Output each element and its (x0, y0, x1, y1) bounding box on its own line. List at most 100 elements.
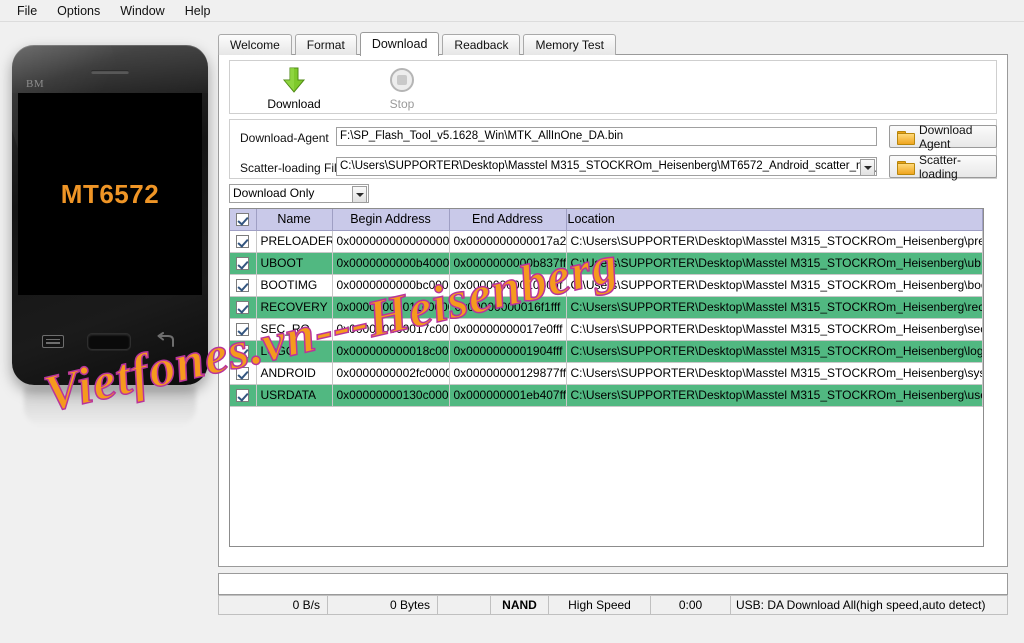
device-illustration-panel: BM MT6572 (0, 23, 214, 643)
tab-format[interactable]: Format (294, 34, 357, 55)
partition-table[interactable]: Name Begin Address End Address Location … (229, 208, 984, 547)
row-name: USRDATA (256, 384, 333, 407)
column-header-location[interactable]: Location (566, 209, 983, 231)
row-name: UBOOT (256, 252, 333, 275)
menu-item-window[interactable]: Window (111, 1, 173, 21)
row-end-address: 0x0000000000b837ff (449, 252, 567, 275)
row-location: C:\Users\SUPPORTER\Desktop\Masstel M315_… (566, 362, 983, 385)
scatter-loading-combo[interactable]: C:\Users\SUPPORTER\Desktop\Masstel M315_… (336, 157, 877, 176)
scatter-loading-browse-button[interactable]: Scatter-loading (889, 153, 997, 181)
table-row[interactable]: LOGO0x000000000018c00000x0000000001904ff… (230, 340, 983, 363)
row-location: C:\Users\SUPPORTER\Desktop\Masstel M315_… (566, 318, 983, 341)
table-header-row: Name Begin Address End Address Location (230, 209, 983, 231)
row-checkbox-cell[interactable] (230, 384, 257, 407)
download-agent-browse-button[interactable]: Download Agent (889, 123, 997, 151)
row-checkbox[interactable] (236, 257, 250, 271)
row-checkbox-cell[interactable] (230, 230, 257, 253)
status-storage-type: NAND (491, 595, 549, 615)
menu-item-options[interactable]: Options (48, 1, 109, 21)
table-row[interactable]: UBOOT 0x0000000000b40000 0x0000000000b837f… (230, 252, 983, 275)
phone-speaker-icon (91, 70, 129, 74)
chevron-down-icon[interactable] (860, 159, 875, 175)
row-name: SEC_RO (256, 318, 333, 341)
select-all-header[interactable] (230, 209, 257, 231)
row-begin-address: 0x0000000000bc0000 (332, 274, 450, 297)
column-header-begin-address[interactable]: Begin Address (332, 209, 450, 231)
row-checkbox[interactable] (236, 235, 250, 249)
menu-bar: File Options Window Help (0, 0, 1024, 22)
row-name: RECOVERY (256, 296, 333, 319)
tab-strip: Welcome Format Download Readback Memory … (218, 32, 619, 56)
column-header-name[interactable]: Name (256, 209, 333, 231)
column-header-end-address[interactable]: End Address (449, 209, 567, 231)
row-end-address: 0x0000000001904fff (449, 340, 567, 363)
row-checkbox-cell[interactable] (230, 318, 257, 341)
row-name: ANDROID (256, 362, 333, 385)
stop-button[interactable]: Stop (356, 65, 448, 111)
row-begin-address: 0x00000000130c0000 (332, 384, 450, 407)
action-toolbar: Download Stop (229, 60, 997, 114)
home-icon (86, 332, 131, 350)
chevron-down-icon[interactable] (352, 186, 367, 203)
row-checkbox[interactable] (236, 345, 250, 359)
stop-circle-icon (356, 65, 448, 95)
status-connection-info: USB: DA Download All(high speed,auto det… (731, 595, 1008, 615)
row-end-address: 0x0000000000017a23 (449, 230, 567, 253)
download-mode-select[interactable]: Download Only (229, 184, 369, 203)
row-checkbox[interactable] (236, 279, 250, 293)
menu-item-help[interactable]: Help (176, 1, 220, 21)
table-row[interactable]: ANDROID 0x0000000002fc0000 0x0000000012987… (230, 362, 983, 385)
menu-item-file[interactable]: File (8, 1, 46, 21)
row-location: C:\Users\SUPPORTER\Desktop\Masstel M315_… (566, 296, 983, 319)
tab-download[interactable]: Download (359, 32, 440, 56)
tab-memory-test[interactable]: Memory Test (523, 34, 616, 55)
scatter-loading-label: Scatter-loading File (240, 161, 344, 175)
table-row[interactable]: BOOTIMG 0x0000000000bc0000 0x0000000001060… (230, 274, 983, 297)
row-begin-address: 0x0000000000b40000 (332, 252, 450, 275)
row-end-address: 0x000000001eb407ff (449, 384, 567, 407)
row-checkbox[interactable] (236, 323, 250, 337)
row-checkbox-cell[interactable] (230, 362, 257, 385)
menu-icon (41, 334, 64, 348)
row-checkbox[interactable] (236, 389, 250, 403)
folder-icon (897, 160, 915, 175)
phone-navigation-bar (12, 297, 208, 385)
status-bytes: 0 Bytes (328, 595, 438, 615)
download-button-label: Download (267, 97, 321, 111)
green-down-arrow-icon (248, 65, 340, 95)
row-checkbox-cell[interactable] (230, 296, 257, 319)
download-agent-input[interactable]: F:\SP_Flash_Tool_v5.1628_Win\MTK_AllInOn… (336, 127, 877, 146)
chipset-label: MT6572 (60, 178, 160, 209)
row-checkbox[interactable] (236, 301, 250, 315)
row-begin-address: 0x0000000000000000 (332, 230, 450, 253)
table-row[interactable]: SEC_RO0x000000000017c00000x00000000017e0… (230, 318, 983, 341)
select-all-checkbox[interactable] (236, 213, 250, 227)
row-begin-address: 0x0000000002fc0000 (332, 362, 450, 385)
row-end-address: 0x00000000017e0fff (449, 318, 567, 341)
table-row[interactable]: USRDATA 0x00000000130c0000 0x000000001eb40… (230, 384, 983, 407)
table-row[interactable]: PRELOADER 0x0000000000000000 0x00000000000… (230, 230, 983, 253)
row-checkbox-cell[interactable] (230, 274, 257, 297)
row-begin-address: 0x000000000017c0000 (332, 318, 450, 341)
row-end-address: 0x0000000001060fff (449, 274, 567, 297)
row-checkbox-cell[interactable] (230, 340, 257, 363)
status-speed: 0 B/s (218, 595, 328, 615)
tab-welcome[interactable]: Welcome (218, 34, 292, 55)
row-name: BOOTIMG (256, 274, 333, 297)
phone-brand-label: BM (26, 78, 45, 90)
download-button[interactable]: Download (248, 65, 340, 111)
phone-reflection (24, 387, 196, 427)
download-mode-value: Download Only (233, 186, 315, 200)
row-begin-address: 0x000000000018c0000 (332, 340, 450, 363)
row-checkbox[interactable] (236, 367, 250, 381)
row-location: C:\Users\SUPPORTER\Desktop\Masstel M315_… (566, 384, 983, 407)
table-row[interactable]: RECOVERY 0x00000000011c0000 0x00000000016f… (230, 296, 983, 319)
row-end-address: 0x00000000129877ff (449, 362, 567, 385)
row-name: LOGO (256, 340, 333, 363)
row-checkbox-cell[interactable] (230, 252, 257, 275)
download-agent-label: Download-Agent (240, 131, 329, 145)
row-name: PRELOADER (256, 230, 333, 253)
status-elapsed-time: 0:00 (651, 595, 731, 615)
tab-readback[interactable]: Readback (442, 34, 521, 55)
file-selection-group: Download-Agent F:\SP_Flash_Tool_v5.1628_… (229, 119, 997, 181)
